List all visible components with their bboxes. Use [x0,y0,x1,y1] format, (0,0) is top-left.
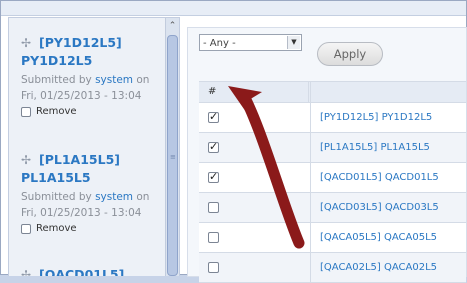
item-meta: Submitted by system on Fri, 01/25/2013 -… [21,74,150,102]
author-link[interactable]: system [95,74,133,86]
table-row: [QACD01L5] QACD01L5 [199,163,466,193]
author-link[interactable]: system [95,191,133,203]
row-checkbox[interactable] [208,140,219,153]
filter-value: - Any - [203,38,236,49]
remove-option[interactable]: Remove [21,223,161,234]
selected-item: ✢ [PY1D12L5] PY1D12L5 Submitted by system… [21,34,161,117]
table-header: # [199,81,466,103]
scroll-thumb[interactable]: ≡ [167,35,178,276]
remove-checkbox[interactable] [21,223,31,234]
row-link[interactable]: [PL1A15L5] PL1A15L5 [320,133,430,162]
chevron-down-icon[interactable]: ▼ [287,36,300,49]
remove-label: Remove [36,106,77,117]
table-row: [QACA02L5] QACA02L5 [199,253,466,283]
row-link[interactable]: [QACA02L5] QACA02L5 [320,253,437,282]
table-row: [QACD03L5] QACD03L5 [199,193,466,223]
row-link[interactable]: [PY1D12L5] PY1D12L5 [320,103,432,132]
table-row: [QACA05L5] QACA05L5 [199,223,466,253]
apply-button[interactable]: Apply [317,42,383,66]
drag-handle-icon[interactable]: ✢ [21,35,33,52]
scroll-up-icon[interactable]: ⌃ [166,20,179,33]
table-row: [PL1A15L5] PL1A15L5 [199,133,466,163]
row-checkbox[interactable] [208,262,219,273]
remove-option[interactable]: Remove [21,106,161,117]
results-table: # [PY1D12L5] PY1D12L5 [PL1A15L5] PL1A15L… [199,81,466,283]
row-link[interactable]: [QACA05L5] QACA05L5 [320,223,437,252]
column-header: # [208,82,309,102]
item-date: Fri, 01/25/2013 - 13:04 [21,90,142,102]
top-bar [1,1,466,16]
vertical-scrollbar[interactable]: ⌃ ≡ [165,18,179,276]
row-checkbox[interactable] [208,232,219,243]
drag-handle-icon[interactable]: ✢ [21,152,33,169]
item-title[interactable]: [PY1D12L5] PY1D12L5 [21,35,122,68]
item-title[interactable]: [PL1A15L5] PL1A15L5 [21,152,120,185]
remove-label: Remove [36,223,77,234]
table-row: [PY1D12L5] PY1D12L5 [199,103,466,133]
item-meta: Submitted by system on Fri, 01/25/2013 -… [21,191,150,219]
row-checkbox[interactable] [208,110,219,123]
row-link[interactable]: [QACD03L5] QACD03L5 [320,193,439,222]
browse-panel: - Any - ▼ Apply # [PY1D12L5] PY1D12L5 [P… [187,27,467,283]
remove-checkbox[interactable] [21,106,31,117]
row-checkbox[interactable] [208,170,219,183]
selected-items-panel: ✢ [PY1D12L5] PY1D12L5 Submitted by system… [8,17,180,276]
row-checkbox[interactable] [208,202,219,213]
grip-icon: ≡ [170,153,176,161]
filter-select[interactable]: - Any - ▼ [199,34,302,51]
item-date: Fri, 01/25/2013 - 13:04 [21,207,142,219]
selected-item: ✢ [PL1A15L5] PL1A15L5 Submitted by system… [21,151,161,234]
row-link[interactable]: [QACD01L5] QACD01L5 [320,163,439,192]
